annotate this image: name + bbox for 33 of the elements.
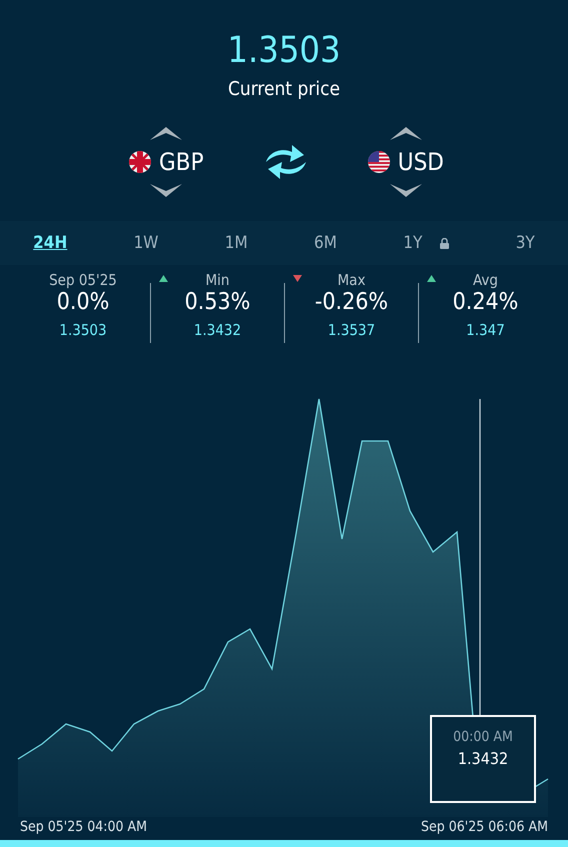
chevron-down-icon[interactable] (150, 184, 182, 200)
tooltip-value: 1.3432 (458, 749, 508, 768)
stat-rate: 1.3537 (328, 321, 376, 339)
currency-code[interactable]: GBP (159, 148, 204, 176)
chevron-down-icon[interactable] (390, 184, 422, 200)
us-flag-icon (368, 150, 390, 172)
period-tab[interactable]: 3Y (510, 229, 541, 257)
period-tab[interactable]: 1Y (397, 229, 456, 257)
up-triangle-icon (159, 275, 168, 282)
percent-change: -0.26% (314, 289, 388, 315)
stat-label: Avg (473, 271, 498, 289)
axis-start-label: Sep 05'25 04:00 AM (20, 819, 148, 835)
price-label: Current price (228, 78, 340, 100)
percent-change: 0.53% (184, 289, 250, 315)
tooltip-time: 00:00 AM (453, 729, 513, 745)
axis-end-label: Sep 06'25 06:06 AM (420, 819, 548, 835)
current-price: 1.3503 (227, 30, 341, 72)
stat-label: Max (338, 271, 366, 289)
up-triangle-icon (427, 275, 436, 282)
percent-change: 0.0% (56, 289, 110, 315)
currency-code[interactable]: USD (398, 148, 444, 176)
period-tab[interactable]: 1M (218, 229, 254, 257)
stat-rate: 1.3432 (194, 321, 242, 339)
stat-label: Min (206, 271, 230, 289)
uk-flag-icon (129, 150, 152, 172)
period-tab[interactable]: 1W (128, 229, 164, 257)
down-triangle-icon (293, 275, 302, 282)
stat-rate: 1.347 (466, 321, 505, 339)
period-tab[interactable]: 24H (27, 229, 74, 257)
stat-label: Sep 05'25 (49, 271, 117, 289)
percent-change: 0.24% (452, 289, 518, 315)
stat-rate: 1.3503 (59, 321, 107, 339)
period-tab[interactable]: 6M (308, 229, 343, 257)
